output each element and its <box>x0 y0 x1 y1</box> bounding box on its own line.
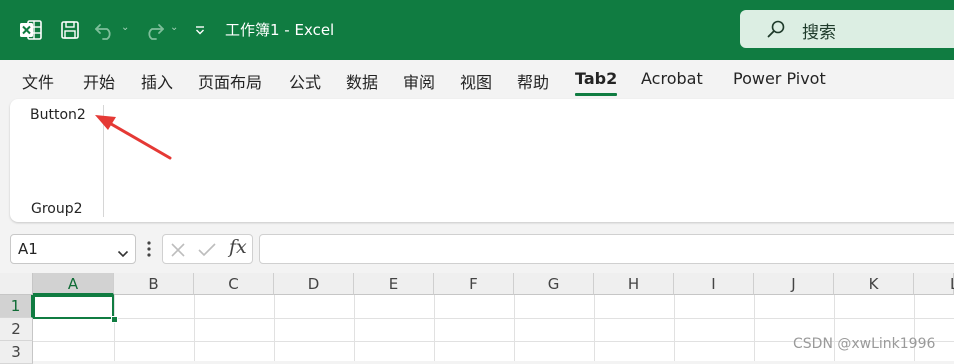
ribbon-panel: Button2 Group2 <box>10 99 954 222</box>
watermark: CSDN @xwLink1996 <box>793 336 936 352</box>
enter-check-icon[interactable] <box>197 241 217 263</box>
column-header-d[interactable]: D <box>274 273 354 295</box>
column-header-b[interactable]: B <box>114 273 194 295</box>
tab-insert[interactable]: 插入 <box>141 69 173 93</box>
redo-dropdown-chevron-icon[interactable]: ⌄ <box>170 22 178 33</box>
column-header-g[interactable]: G <box>514 273 594 295</box>
column-header-c[interactable]: C <box>194 273 274 295</box>
group-separator <box>103 105 104 217</box>
formula-bar-more-icon[interactable] <box>146 240 152 262</box>
column-header-l[interactable]: L <box>914 273 954 295</box>
button2[interactable]: Button2 <box>30 107 86 123</box>
insert-function-button[interactable]: fx <box>229 236 247 258</box>
undo-icon[interactable] <box>93 16 117 44</box>
search-box[interactable]: 搜索 <box>740 10 954 48</box>
document-title: 工作簿1 - Excel <box>225 21 335 39</box>
group2-label: Group2 <box>31 201 83 217</box>
gridline <box>354 295 355 361</box>
excel-logo-icon <box>18 16 44 44</box>
customize-quick-access-icon[interactable] <box>192 16 208 44</box>
tab-tab2[interactable]: Tab2 <box>575 69 617 88</box>
name-box[interactable]: A1 <box>10 234 136 264</box>
column-header-k[interactable]: K <box>834 273 914 295</box>
column-header-e[interactable]: E <box>354 273 434 295</box>
gridline <box>754 295 755 361</box>
select-all-corner[interactable] <box>0 273 33 295</box>
search-icon <box>766 19 786 43</box>
tab-view[interactable]: 视图 <box>460 69 492 93</box>
undo-dropdown-chevron-icon[interactable]: ⌄ <box>121 22 129 33</box>
gridline <box>194 295 195 361</box>
tab-help[interactable]: 帮助 <box>517 69 549 93</box>
tab-acrobat[interactable]: Acrobat <box>641 69 703 88</box>
cancel-icon[interactable] <box>169 241 187 263</box>
column-header-h[interactable]: H <box>594 273 674 295</box>
ribbon-tabs: 文件 开始 插入 页面布局 公式 数据 审阅 视图 帮助 Tab2 Acroba… <box>0 60 954 98</box>
gridline <box>594 295 595 361</box>
gridline <box>114 295 115 361</box>
column-header-f[interactable]: F <box>434 273 514 295</box>
tab-data[interactable]: 数据 <box>346 69 378 93</box>
gridline <box>514 295 515 361</box>
chevron-down-icon[interactable] <box>117 244 129 263</box>
tab-review[interactable]: 审阅 <box>403 69 435 93</box>
gridline <box>33 318 954 319</box>
gridline <box>274 295 275 361</box>
save-icon[interactable] <box>58 16 82 44</box>
column-header-a[interactable]: A <box>33 273 114 295</box>
column-header-i[interactable]: I <box>674 273 754 295</box>
tab-formulas[interactable]: 公式 <box>289 69 321 93</box>
gridline <box>434 295 435 361</box>
search-placeholder: 搜索 <box>802 23 836 43</box>
formula-input[interactable] <box>259 234 954 264</box>
gridline <box>674 295 675 361</box>
tab-power-pivot[interactable]: Power Pivot <box>733 69 826 88</box>
name-box-value: A1 <box>18 240 38 258</box>
tab-file[interactable]: 文件 <box>22 69 54 93</box>
tab-home[interactable]: 开始 <box>83 69 115 93</box>
column-header-j[interactable]: J <box>754 273 834 295</box>
redo-icon[interactable] <box>142 16 166 44</box>
fill-handle[interactable] <box>111 316 118 323</box>
title-bar: ⌄ ⌄ 工作簿1 - Excel 搜索 <box>0 0 954 60</box>
row-header-1[interactable]: 1 <box>0 295 33 318</box>
row-header-2[interactable]: 2 <box>0 318 33 341</box>
tab-page-layout[interactable]: 页面布局 <box>198 69 262 93</box>
active-tab-indicator <box>575 93 617 96</box>
active-cell-a1[interactable] <box>33 295 114 319</box>
formula-buttons: fx <box>162 234 253 264</box>
